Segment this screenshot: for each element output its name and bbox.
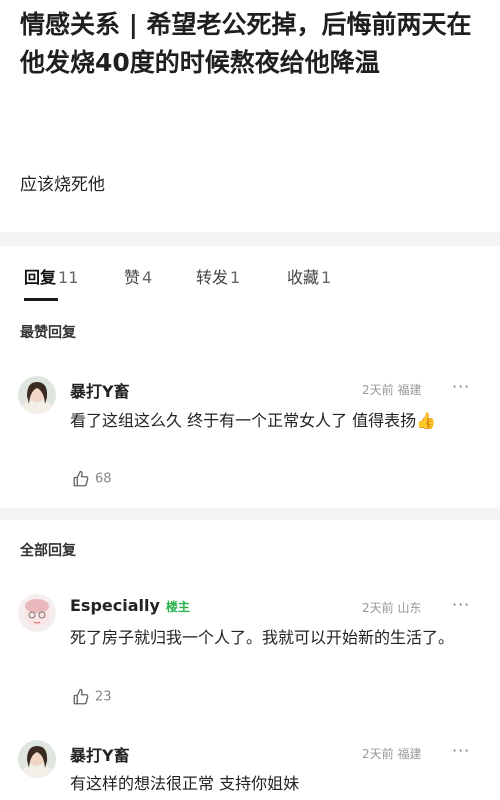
top-replies-heading: 最赞回复 <box>20 325 76 341</box>
comment-body: 看了这组这么久 终于有一个正常女人了 值得表扬 <box>70 411 417 430</box>
author-name: Especially <box>70 596 160 615</box>
tab-favorites[interactable]: 收藏 1 <box>287 264 331 288</box>
top-comment: 暴打Y畜 2天前 福建 ··· 看了这组这么久 终于有一个正常女人了 值得表扬👍… <box>0 370 500 500</box>
op-badge: 楼主 <box>165 600 190 614</box>
like-count: 68 <box>95 471 112 487</box>
like-button[interactable]: 68 <box>72 470 112 488</box>
comment-location: 福建 <box>397 383 422 397</box>
comment-author[interactable]: 暴打Y畜 <box>70 742 130 766</box>
thumbs-up-icon <box>73 470 89 487</box>
tab-likes[interactable]: 赞4 <box>124 264 152 288</box>
like-count: 23 <box>95 689 112 705</box>
comment-text: 看了这组这么久 终于有一个正常女人了 值得表扬👍 <box>70 407 480 434</box>
comment-meta: 2天前 山东 <box>362 599 421 616</box>
more-options-icon[interactable]: ··· <box>452 741 470 760</box>
post-body: 应该烧死他 <box>20 175 105 195</box>
tab-label: 赞 <box>124 268 141 287</box>
tab-label: 转发 <box>196 268 229 287</box>
comment-text: 死了房子就归我一个人了。我就可以开始新的生活了。 <box>70 628 455 647</box>
avatar[interactable] <box>18 376 56 414</box>
more-options-icon[interactable]: ··· <box>452 595 470 614</box>
tab-replies[interactable]: 回复 11 <box>24 264 78 288</box>
tab-count: 4 <box>142 268 153 287</box>
tab-label: 收藏 <box>287 268 320 287</box>
comment-location: 山东 <box>397 601 422 615</box>
thumbs-up-icon <box>73 688 89 705</box>
comment-meta: 2天前 福建 <box>362 381 421 398</box>
more-options-icon[interactable]: ··· <box>452 377 470 396</box>
post-title: 情感关系 | 希望老公死掉，后悔前两天在他发烧40度的时候熬夜给他降温 <box>20 10 472 77</box>
tab-count: 11 <box>58 268 79 287</box>
tab-bar: 回复 11 赞4 转发 1 收藏 1 <box>0 246 500 306</box>
tab-count: 1 <box>321 268 332 287</box>
comment-item: Especially 楼主 2天前 山东 ··· 死了房子就归我一个人了。我就可以… <box>0 588 500 718</box>
thumbs-up-emoji: 👍 <box>416 411 437 430</box>
like-button[interactable]: 23 <box>72 688 112 706</box>
tab-count: 1 <box>230 268 241 287</box>
comment-time: 2天前 <box>362 747 394 761</box>
active-tab-indicator <box>24 298 58 301</box>
section-separator <box>0 508 500 520</box>
comment-author[interactable]: Especially 楼主 <box>70 596 190 615</box>
comment-time: 2天前 <box>362 601 394 615</box>
all-replies-heading: 全部回复 <box>20 543 76 559</box>
comment-text: 有这样的想法很正常 支持你姐妹 <box>70 774 300 793</box>
comment-location: 福建 <box>397 747 422 761</box>
comment-time: 2天前 <box>362 383 394 397</box>
tab-label: 回复 <box>24 268 57 287</box>
avatar[interactable] <box>18 594 56 632</box>
comment-item: 暴打Y畜 2天前 福建 ··· 有这样的想法很正常 支持你姐妹 <box>0 734 500 800</box>
avatar[interactable] <box>18 740 56 778</box>
comment-meta: 2天前 福建 <box>362 745 421 762</box>
tab-reposts[interactable]: 转发 1 <box>196 264 240 288</box>
comment-author[interactable]: 暴打Y畜 <box>70 378 130 402</box>
section-separator <box>0 232 500 246</box>
